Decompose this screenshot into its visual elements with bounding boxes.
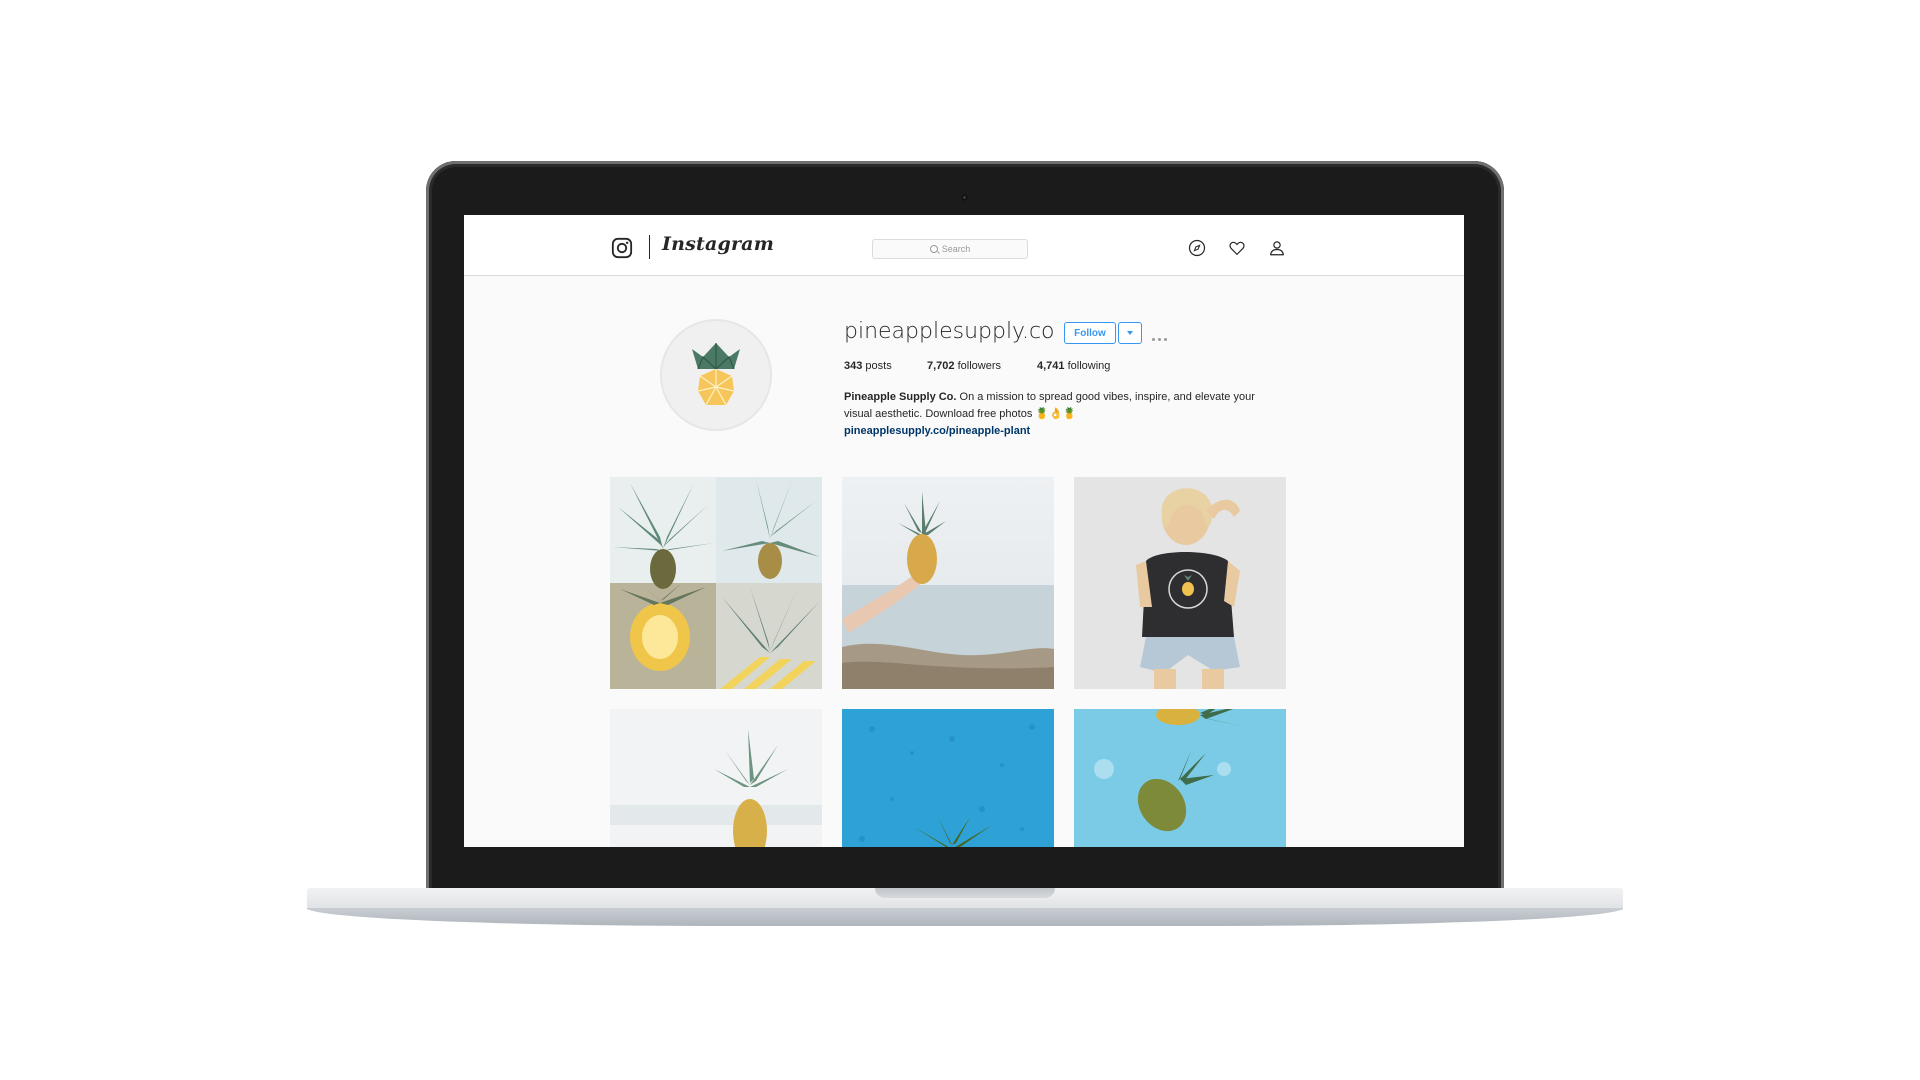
posts-count: 343	[844, 360, 863, 372]
post-tile[interactable]	[1074, 477, 1286, 689]
post-image	[1074, 477, 1286, 689]
stage: Instagram Search pineapplesupply.co Foll…	[0, 0, 1920, 1080]
compass-icon[interactable]	[1188, 239, 1206, 257]
post-tile[interactable]	[610, 477, 822, 689]
profile-bio: Pineapple Supply Co. On a mission to spr…	[844, 389, 1274, 440]
bio-link[interactable]: pineapplesupply.co/pineapple-plant	[844, 423, 1274, 440]
laptop-screen: Instagram Search pineapplesupply.co Foll…	[464, 215, 1464, 847]
followers-count: 7,702	[927, 360, 955, 372]
post-image	[842, 709, 1054, 847]
instagram-camera-icon[interactable]	[611, 237, 633, 259]
laptop-lid-notch	[875, 888, 1055, 898]
posts-label: posts	[865, 360, 892, 372]
header-divider	[649, 235, 650, 259]
post-image	[610, 709, 822, 847]
instagram-wordmark[interactable]: Instagram	[662, 233, 774, 255]
search-input[interactable]: Search	[872, 239, 1028, 259]
follow-button[interactable]: Follow	[1064, 322, 1116, 344]
person-icon[interactable]	[1268, 239, 1286, 257]
post-tile[interactable]	[842, 477, 1054, 689]
search-icon	[929, 245, 938, 253]
profile-avatar[interactable]	[660, 319, 772, 431]
post-image	[610, 477, 822, 689]
heart-icon[interactable]	[1228, 239, 1246, 257]
following-label: following	[1067, 360, 1111, 372]
post-tile[interactable]	[842, 709, 1054, 847]
more-options-icon[interactable]	[1152, 328, 1172, 341]
post-image	[842, 477, 1054, 689]
posts-stat: 343 posts	[844, 360, 892, 372]
laptop-lid: Instagram Search pineapplesupply.co Foll…	[426, 161, 1504, 895]
laptop-base-bottom	[307, 908, 1623, 926]
followers-stat[interactable]: 7,702 followers	[927, 360, 1001, 372]
profile-username: pineapplesupply.co	[844, 319, 1055, 344]
followers-label: followers	[957, 360, 1001, 372]
post-image	[1074, 709, 1286, 847]
webcam	[961, 194, 968, 201]
post-tile[interactable]	[1074, 709, 1286, 847]
following-stat[interactable]: 4,741 following	[1037, 360, 1110, 372]
search-placeholder: Search	[941, 244, 971, 254]
post-tile[interactable]	[610, 709, 822, 847]
bio-name: Pineapple Supply Co.	[844, 391, 957, 403]
instagram-header: Instagram Search	[464, 215, 1464, 276]
following-count: 4,741	[1037, 360, 1065, 372]
pineapple-logo-icon	[692, 343, 740, 406]
suggestions-dropdown-button[interactable]	[1118, 322, 1142, 344]
